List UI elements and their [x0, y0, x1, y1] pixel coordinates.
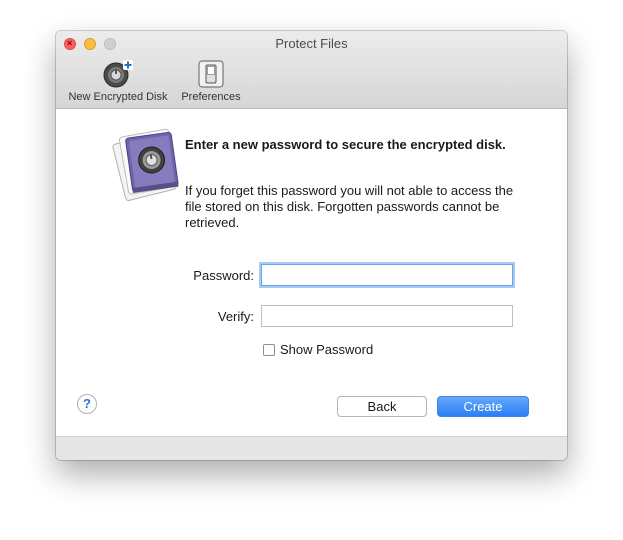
- create-button[interactable]: Create: [437, 396, 529, 417]
- window-title: Protect Files: [275, 36, 348, 51]
- encrypted-disk-add-icon: [103, 60, 133, 88]
- show-password-checkbox[interactable]: [263, 343, 275, 356]
- toolbar-preferences-label: Preferences: [181, 91, 241, 103]
- password-label: Password:: [193, 268, 254, 283]
- toolbar-new-encrypted-disk[interactable]: New Encrypted Disk: [62, 59, 174, 103]
- show-password-option[interactable]: Show Password: [263, 342, 373, 357]
- dialog-content: Enter a new password to secure the encry…: [56, 109, 567, 436]
- password-input[interactable]: [261, 264, 513, 286]
- dialog-heading: Enter a new password to secure the encry…: [185, 137, 506, 152]
- title-bar: × Protect Files New Encrypted Disk Prefe…: [56, 31, 567, 109]
- verify-input[interactable]: [261, 305, 513, 327]
- back-button[interactable]: Back: [337, 396, 427, 417]
- toolbar-preferences[interactable]: Preferences: [176, 59, 246, 103]
- preferences-switch-icon: [198, 60, 224, 88]
- encrypted-disk-icon: [112, 128, 179, 201]
- app-window: × Protect Files New Encrypted Disk Prefe…: [56, 31, 567, 460]
- show-password-label: Show Password: [280, 342, 374, 357]
- verify-label: Verify:: [217, 309, 254, 324]
- dialog-message: If you forget this password you will not…: [185, 183, 514, 230]
- help-button[interactable]: ?: [77, 394, 97, 414]
- window-footer: [56, 436, 567, 460]
- toolbar-new-encrypted-disk-label: New Encrypted Disk: [68, 91, 168, 103]
